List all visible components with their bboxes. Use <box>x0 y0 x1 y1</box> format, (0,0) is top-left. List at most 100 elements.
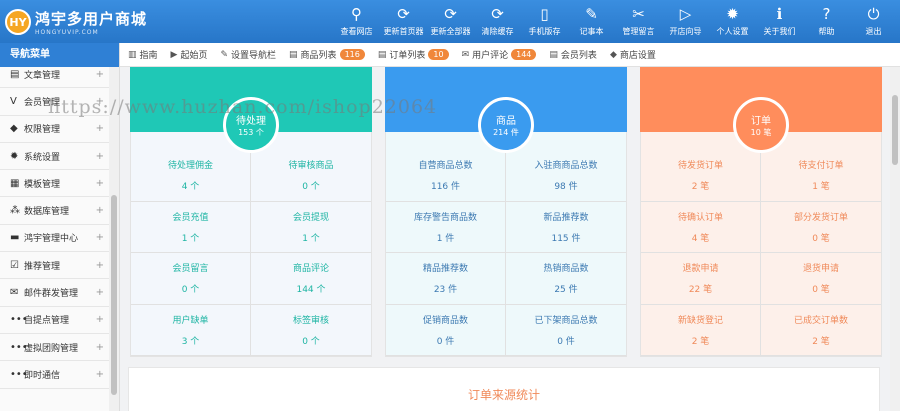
stat-cell[interactable]: 待处理佣金 4 个 <box>131 150 251 202</box>
tab-7[interactable]: ◆ 商店设置 <box>610 48 656 62</box>
plus-icon[interactable]: + <box>96 96 104 107</box>
topnav-item-5[interactable]: ✎ 记事本 <box>568 0 615 43</box>
sidebar-item-9[interactable]: ••• 自提点管理 + <box>0 307 110 334</box>
stat-label: 待支付订单 <box>798 161 844 172</box>
stat-cell[interactable]: 精品推荐数 23 件 <box>386 253 506 305</box>
tab-4[interactable]: ▤ 订单列表 10 <box>378 48 449 61</box>
stat-cell[interactable]: 商品评论 144 个 <box>251 253 371 305</box>
stat-cell[interactable]: 热销商品数 25 件 <box>506 253 626 305</box>
sidebar-item-7[interactable]: ☑ 推荐管理 + <box>0 252 110 280</box>
sidebar-scrollbar[interactable] <box>109 67 119 411</box>
card-summary-circle[interactable]: 订单 10 笔 <box>733 97 789 153</box>
plus-icon[interactable]: + <box>96 205 104 216</box>
plus-icon[interactable]: + <box>96 369 104 380</box>
truck-icon: ▬ <box>10 232 20 244</box>
topnav-item-10[interactable]: ? 帮助 <box>803 0 850 43</box>
stat-cell[interactable]: 新品推荐数 115 件 <box>506 202 626 253</box>
stat-cell[interactable]: 退货申请 0 笔 <box>761 253 881 305</box>
gear-icon: ✹ <box>726 5 739 23</box>
plus-icon[interactable]: + <box>96 287 104 298</box>
plus-icon[interactable]: + <box>96 260 104 271</box>
stat-cell[interactable]: 退款申请 22 笔 <box>641 253 761 305</box>
sidebar-scroll-thumb[interactable] <box>111 195 117 395</box>
stat-label: 新品推荐数 <box>543 212 589 223</box>
sidebar-item-5[interactable]: ⁂ 数据库管理 + <box>0 197 110 225</box>
plus-icon[interactable]: + <box>96 178 104 189</box>
sidebar-item-label: 虚拟团购管理 <box>24 343 79 354</box>
main-scrollbar[interactable] <box>890 67 900 411</box>
sidebar-item-label: 自提点管理 <box>24 316 70 327</box>
tab-1[interactable]: ▶ 起始页 <box>171 48 208 62</box>
stat-cell[interactable]: 新缺货登记 2 笔 <box>641 304 761 356</box>
card-summary-circle[interactable]: 商品 214 件 <box>478 97 534 153</box>
stat-cell[interactable]: 会员充值 1 个 <box>131 201 251 253</box>
stat-cell[interactable]: 入驻商商品总数 98 件 <box>506 150 626 202</box>
topnav-item-6[interactable]: ✂ 管理留言 <box>615 0 662 43</box>
topnav-item-11[interactable]: ⏻ 退出 <box>850 0 897 43</box>
stat-cell[interactable]: 已成交订单数 2 笔 <box>761 305 881 356</box>
sidebar-item-0[interactable]: ▤ 文章管理 + <box>0 61 110 89</box>
plus-icon[interactable]: + <box>96 232 104 243</box>
stat-cell[interactable]: 待发货订单 2 笔 <box>641 150 761 202</box>
topnav-item-0[interactable]: ⚲ 查看网店 <box>333 0 380 43</box>
search-icon: ⚲ <box>351 5 362 23</box>
stat-cell[interactable]: 标签审核 0 个 <box>251 305 371 356</box>
tab-2[interactable]: ✎ 设置导航栏 <box>220 48 276 62</box>
plus-icon[interactable]: + <box>96 151 104 162</box>
topnav-item-9[interactable]: ℹ 关于我们 <box>756 0 803 43</box>
tab-5[interactable]: ✉ 用户评论 144 <box>462 48 537 61</box>
plus-icon[interactable]: + <box>96 314 104 325</box>
sidebar-item-4[interactable]: ▦ 模板管理 + <box>0 170 110 198</box>
comment-icon: ✉ <box>461 49 470 60</box>
stat-value: 0 个 <box>181 285 200 296</box>
stat-value: 1 个 <box>302 233 320 244</box>
topnav-item-2[interactable]: ⟳ 更新全部器 <box>427 0 474 43</box>
card-stat-grid: 自营商品总数 116 件 入驻商商品总数 98 件库存警告商品数 1 件 新品推荐数 115… <box>386 132 626 356</box>
stat-cell[interactable]: 促销商品数 0 件 <box>386 304 506 356</box>
topnav-item-8[interactable]: ✹ 个人设置 <box>709 0 756 43</box>
topnav-label: 个人设置 <box>716 27 749 36</box>
card-summary-circle[interactable]: 待处理 153 个 <box>223 97 279 153</box>
logo-subtitle: HONGYUVIP.COM <box>35 29 99 36</box>
stat-cell[interactable]: 自营商品总数 116 件 <box>386 150 506 202</box>
stat-cell[interactable]: 用户缺单 3 个 <box>131 304 251 356</box>
plus-icon[interactable]: + <box>96 123 104 134</box>
stat-cell[interactable]: 库存警告商品数 1 件 <box>386 201 506 253</box>
sidebar-item-3[interactable]: ✹ 系统设置 + <box>0 143 110 171</box>
wrench-icon: ✂ <box>632 5 645 23</box>
sidebar-item-11[interactable]: ••• 即时通信 + <box>0 361 110 389</box>
stat-cell[interactable]: 待支付订单 1 笔 <box>761 150 881 202</box>
sidebar-item-6[interactable]: ▬ 鸿宇管理中心 + <box>0 225 110 253</box>
logo[interactable]: HY 鸿宇多用户商城 HONGYUVIP.COM <box>5 7 147 37</box>
card-title: 商品 <box>496 116 516 127</box>
topnav-item-7[interactable]: ▷ 开店向导 <box>662 0 709 43</box>
plus-icon[interactable]: + <box>96 342 104 353</box>
stat-cell[interactable]: 待确认订单 4 笔 <box>641 201 761 253</box>
main-scroll-thumb[interactable] <box>892 95 898 165</box>
stat-cell[interactable]: 部分发货订单 0 笔 <box>761 202 881 253</box>
sidebar-item-10[interactable]: ••• 虚拟团购管理 + <box>0 334 110 362</box>
topnav-label: 开店向导 <box>669 27 702 36</box>
plus-icon[interactable]: + <box>96 69 104 80</box>
stat-label: 标签审核 <box>292 315 329 326</box>
tab-6[interactable]: ▤ 会员列表 <box>549 48 597 62</box>
topnav-item-3[interactable]: ⟳ 清除缓存 <box>474 0 521 43</box>
tab-label: 商品列表 <box>300 51 337 61</box>
sidebar-item-8[interactable]: ✉ 邮件群发管理 + <box>0 279 110 307</box>
mail-icon: ✉ <box>10 287 19 299</box>
settings-icon: ✹ <box>10 150 19 162</box>
sidebar-item-label: 系统设置 <box>24 152 61 163</box>
tab-0[interactable]: ▥ 指南 <box>128 48 158 62</box>
sidebar-item-2[interactable]: ◆ 权限管理 + <box>0 116 110 143</box>
stat-cell[interactable]: 待审核商品 0 个 <box>251 150 371 202</box>
stat-cell[interactable]: 会员提现 1 个 <box>251 202 371 253</box>
stat-cell[interactable]: 会员留言 0 个 <box>131 253 251 305</box>
sidebar-item-1[interactable]: V 会员管理 + <box>0 88 110 116</box>
stat-value: 25 件 <box>554 285 578 296</box>
tab-3[interactable]: ▤ 商品列表 116 <box>289 48 365 61</box>
barcode-icon: ▥ <box>128 49 137 60</box>
topnav-item-4[interactable]: ▯ 手机版存 <box>521 0 568 43</box>
notepad-icon: ✎ <box>585 5 598 23</box>
topnav-item-1[interactable]: ⟳ 更新首页器 <box>380 0 427 43</box>
stat-cell[interactable]: 已下架商品总数 0 件 <box>506 305 626 356</box>
